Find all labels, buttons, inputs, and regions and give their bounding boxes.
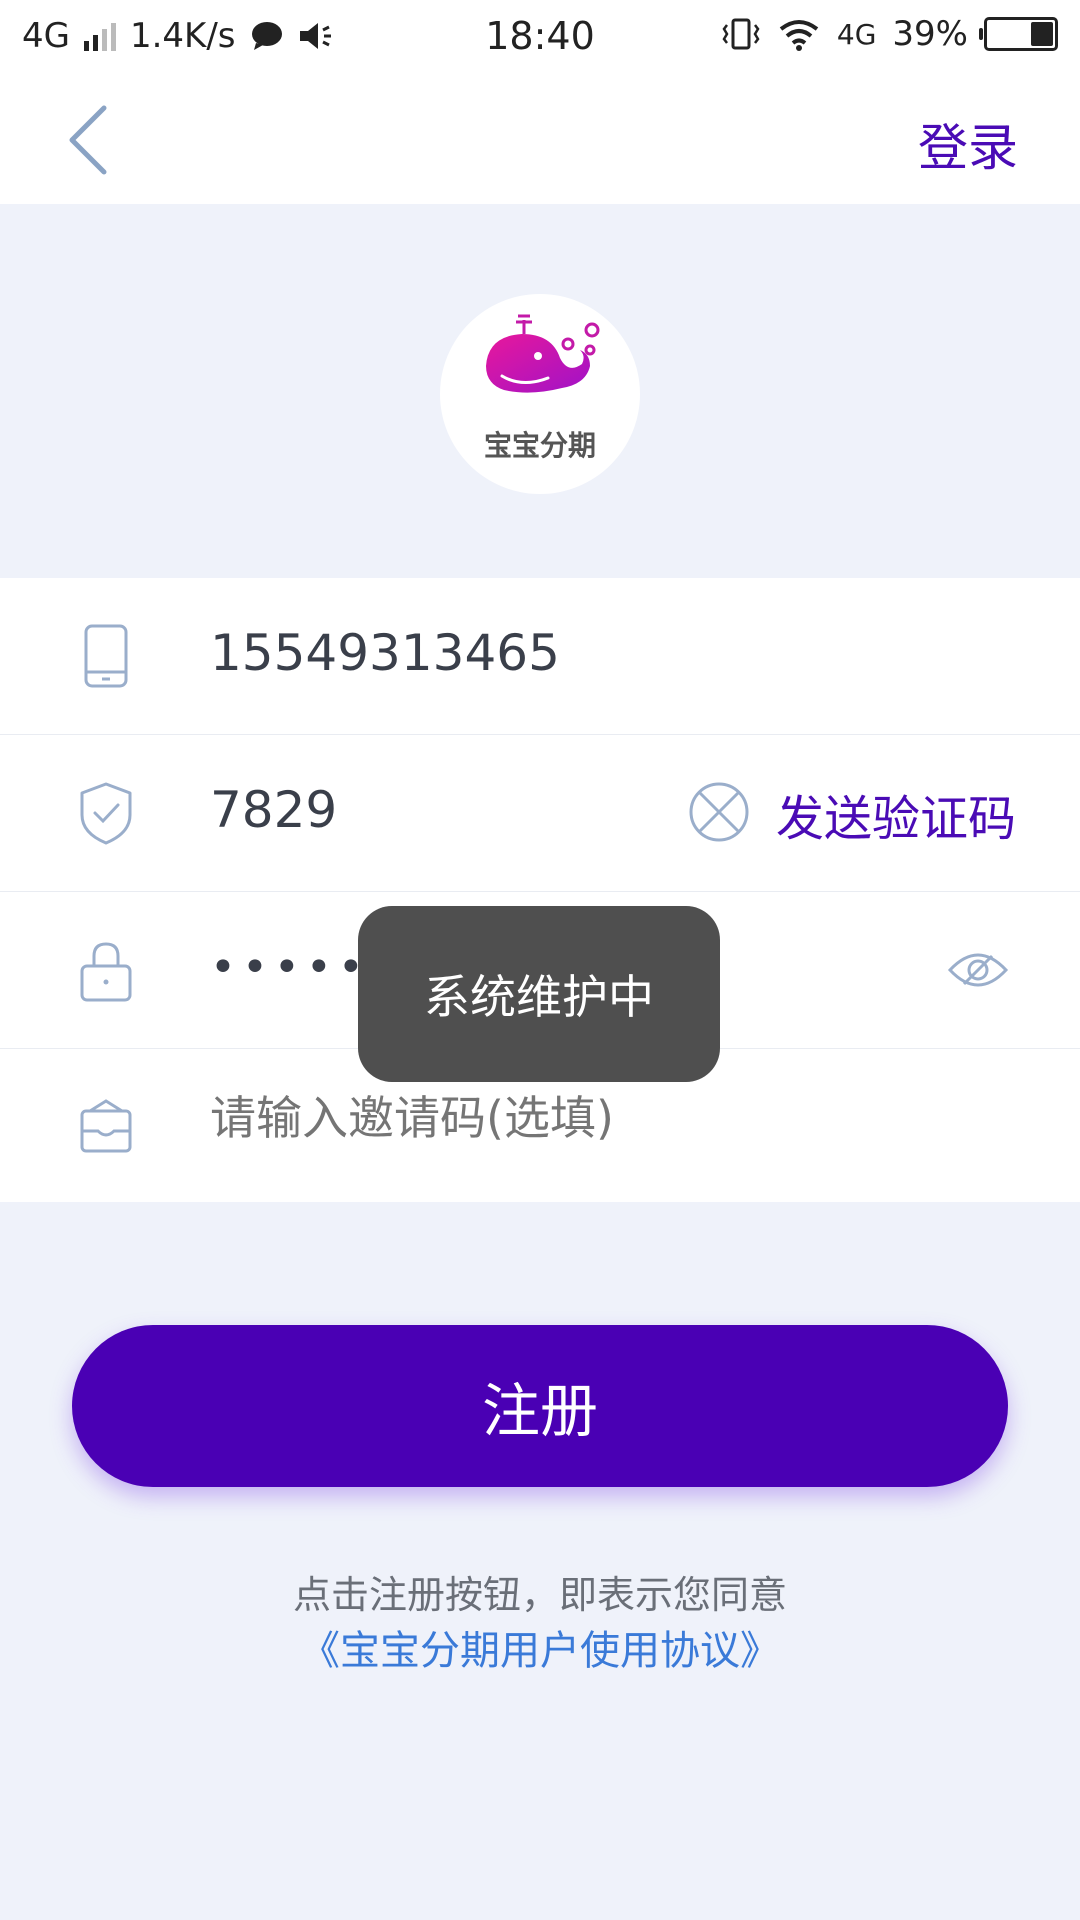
register-button[interactable]: 注册 [72,1325,1008,1487]
agreement-link[interactable]: 《宝宝分期用户使用协议》 [0,1618,1080,1676]
logo-caption: 宝宝分期 [483,429,596,462]
send-code-button[interactable]: 发送验证码 [776,779,1016,849]
login-link[interactable]: 登录 [918,108,1018,180]
vibrate-icon [722,18,760,50]
mail-icon [80,1099,132,1153]
status-bar: 4G 1.4K/s 18:40 4G 39% [0,0,1080,76]
whale-logo-icon [486,314,600,393]
toast-text: 系统维护中 [424,970,654,1024]
register-form: 15549313465 7829 发送验证码 •••••••• [0,578,1080,1202]
code-input[interactable]: 7829 [210,781,337,839]
back-arrow-icon[interactable] [56,100,126,180]
wifi-icon [779,20,819,51]
lock-icon [80,942,132,1002]
phone-row: 15549313465 [0,578,1080,735]
phone-icon [84,624,128,688]
phone-input[interactable]: 15549313465 [210,624,560,682]
code-row: 7829 发送验证码 [0,735,1080,892]
eye-hidden-icon[interactable] [946,944,1010,996]
shield-check-icon [80,782,132,845]
register-button-label: 注册 [481,1377,598,1445]
app-logo: 宝宝分期 [440,294,640,494]
battery-icon [979,17,1058,51]
clear-icon[interactable] [688,781,750,843]
invite-code-input[interactable] [210,1091,970,1145]
toast-message: 系统维护中 [358,906,720,1082]
agreement-text: 点击注册按钮，即表示您同意 [292,1573,787,1617]
nav-bar: 登录 [0,76,1080,204]
battery-percent: 39% [892,14,968,54]
network-type-2: 4G [836,17,877,51]
